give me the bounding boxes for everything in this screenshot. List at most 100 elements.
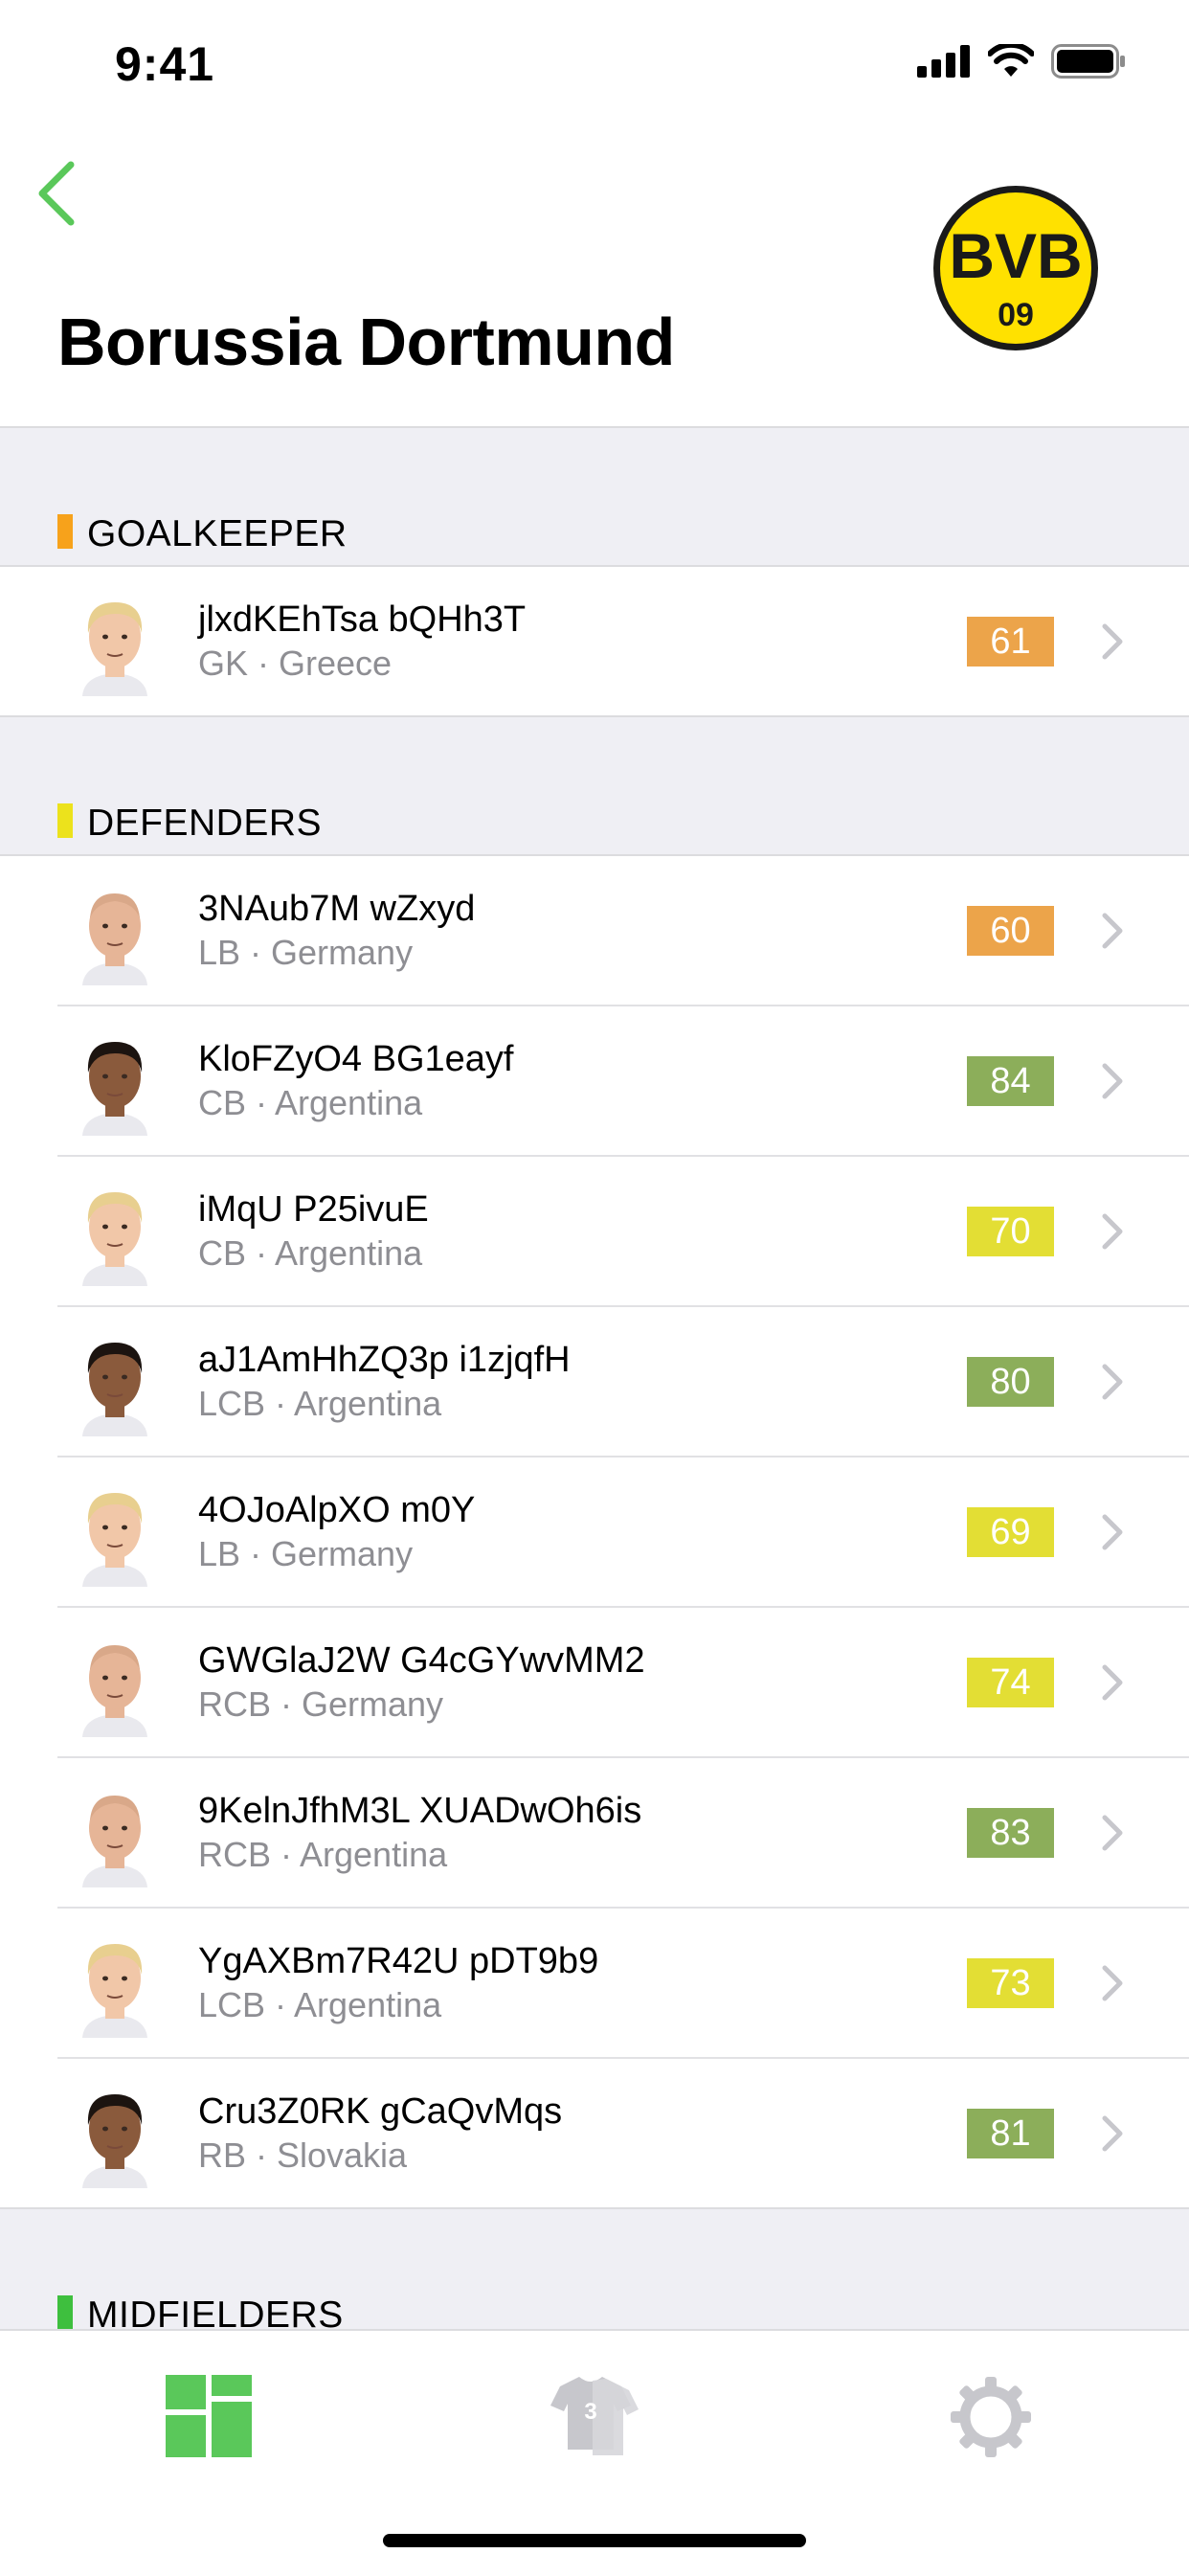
player-position-country: CB · Argentina [198,1083,423,1122]
player-position-country: LB · Germany [198,1534,414,1573]
player-avatar [77,1030,153,1136]
player-info: 3NAub7M wZxyd LB · Germany [198,887,475,975]
chevron-right-icon [1099,1661,1128,1704]
player-row[interactable]: 9KelnJfhM3L XUADwOh6is RCB · Argentina 83 [57,1756,1189,1907]
player-name: 3NAub7M wZxyd [198,889,476,929]
player-rating-badge: 60 [967,906,1054,956]
section-header: DEFENDERS [0,717,1189,854]
player-row[interactable]: aJ1AmHhZQ3p i1zjqfH LCB · Argentina 80 [57,1305,1189,1456]
player-position-country: LB · Germany [198,933,414,972]
player-rating-badge: 80 [967,1357,1054,1407]
player-row[interactable]: KloFZyO4 BG1eayf CB · Argentina 84 [57,1005,1189,1155]
player-list: 3NAub7M wZxyd LB · Germany 60 KloFZyO4 BG1e… [0,854,1189,2209]
player-row[interactable]: 4OJoAlpXO m0Y LB · Germany 69 [57,1456,1189,1606]
section-title: GOALKEEPER [87,513,348,554]
section-marker [57,2295,73,2329]
player-name: Cru3Z0RK gCaQvMqs [198,2091,563,2132]
player-rating-badge: 69 [967,1507,1054,1557]
page-title: Borussia Dortmund [57,305,675,379]
status-bar: 9:41 [0,0,1189,126]
player-avatar [77,591,153,696]
player-avatar [77,1632,153,1737]
battery-icon [1051,44,1125,79]
player-rating-badge: 81 [967,2109,1054,2158]
player-position-country: RCB · Argentina [198,1835,448,1874]
player-info: iMqU P25ivuE CB · Argentina [198,1187,429,1276]
status-icons [917,42,1126,80]
player-position-country: RB · Slovakia [198,2135,408,2175]
player-position-country: LCB · Argentina [198,1384,442,1423]
player-row[interactable]: YgAXBm7R42U pDT9b9 LCB · Argentina 73 [57,1907,1189,2057]
player-rating-badge: 73 [967,1958,1054,2008]
chevron-right-icon [1099,1060,1128,1102]
player-avatar [77,1481,153,1587]
player-info: KloFZyO4 BG1eayf CB · Argentina [198,1037,513,1125]
player-name: jlxdKEhTsa bQHh3T [198,599,527,640]
player-avatar [77,1932,153,2038]
section-marker [57,803,73,838]
logo-text: BVB [949,220,1082,291]
chevron-right-icon [1099,621,1128,663]
player-name: 9KelnJfhM3L XUADwOh6is [198,1791,642,1831]
player-avatar [77,1331,153,1436]
player-info: GWGlaJ2W G4cGYwvMM2 RCB · Germany [198,1638,645,1727]
player-avatar [77,880,153,985]
player-rating-badge: 61 [967,617,1054,667]
player-avatar [77,1782,153,1887]
dashboard-icon [166,2375,252,2457]
player-rating-badge: 84 [967,1056,1054,1106]
player-rating-badge: 74 [967,1658,1054,1707]
tab-settings[interactable] [943,2369,1039,2465]
player-row[interactable]: GWGlaJ2W G4cGYwvMM2 RCB · Germany 74 [57,1606,1189,1756]
chevron-right-icon [1099,1812,1128,1854]
navigation-header: BVB 09 Borussia Dortmund [0,126,1189,428]
player-avatar [77,1181,153,1286]
cellular-signal-icon [917,45,970,78]
jersey-icon: 3 [550,2377,639,2455]
status-time: 9:41 [115,37,215,91]
section-title: DEFENDERS [87,802,323,844]
chevron-right-icon [1099,910,1128,952]
section-header: MIDFIELDERS [0,2209,1189,2329]
home-indicator [383,2534,806,2547]
chevron-right-icon [1099,1511,1128,1553]
player-row[interactable]: jlxdKEhTsa bQHh3T GK · Greece 61 [0,567,1189,715]
chevron-right-icon [1099,1210,1128,1253]
section-marker [57,514,73,549]
logo-number: 09 [998,297,1034,333]
player-name: KloFZyO4 BG1eayf [198,1039,514,1079]
tab-squad[interactable]: 3 [547,2369,642,2465]
chevron-right-icon [1099,1361,1128,1403]
player-name: YgAXBm7R42U pDT9b9 [198,1941,599,1981]
player-row[interactable]: 3NAub7M wZxyd LB · Germany 60 [0,856,1189,1005]
club-logo-icon: BVB 09 [933,186,1098,350]
player-rating-badge: 83 [967,1808,1054,1858]
chevron-left-icon [38,161,75,226]
section-header: GOALKEEPER [0,428,1189,565]
player-row[interactable]: iMqU P25ivuE CB · Argentina 70 [57,1155,1189,1305]
section-title: MIDFIELDERS [87,2294,344,2329]
squad-list[interactable]: GOALKEEPER jlxdKEhTsa bQHh3T GK · Greece 61… [0,428,1189,2329]
back-button[interactable] [29,155,96,232]
player-row[interactable]: Cru3Z0RK gCaQvMqs RB · Slovakia 81 [57,2057,1189,2207]
player-name: iMqU P25ivuE [198,1189,429,1230]
player-avatar [77,2083,153,2188]
player-info: aJ1AmHhZQ3p i1zjqfH LCB · Argentina [198,1338,571,1426]
chevron-right-icon [1099,1962,1128,2004]
player-info: 4OJoAlpXO m0Y LB · Germany [198,1488,475,1576]
player-info: Cru3Z0RK gCaQvMqs RB · Slovakia [198,2090,562,2178]
player-info: YgAXBm7R42U pDT9b9 LCB · Argentina [198,1939,598,2027]
player-info: jlxdKEhTsa bQHh3T GK · Greece [198,598,526,686]
wifi-icon [988,44,1034,77]
player-position-country: LCB · Argentina [198,1985,442,2024]
tab-dashboard[interactable] [164,2369,259,2465]
player-rating-badge: 70 [967,1207,1054,1256]
player-list: jlxdKEhTsa bQHh3T GK · Greece 61 [0,565,1189,717]
player-name: 4OJoAlpXO m0Y [198,1490,476,1530]
chevron-right-icon [1099,2113,1128,2155]
player-name: GWGlaJ2W G4cGYwvMM2 [198,1640,645,1681]
jersey-badge: 3 [584,2399,596,2425]
player-position-country: RCB · Germany [198,1684,444,1724]
player-position-country: GK · Greece [198,644,393,683]
gear-icon [951,2377,1031,2457]
